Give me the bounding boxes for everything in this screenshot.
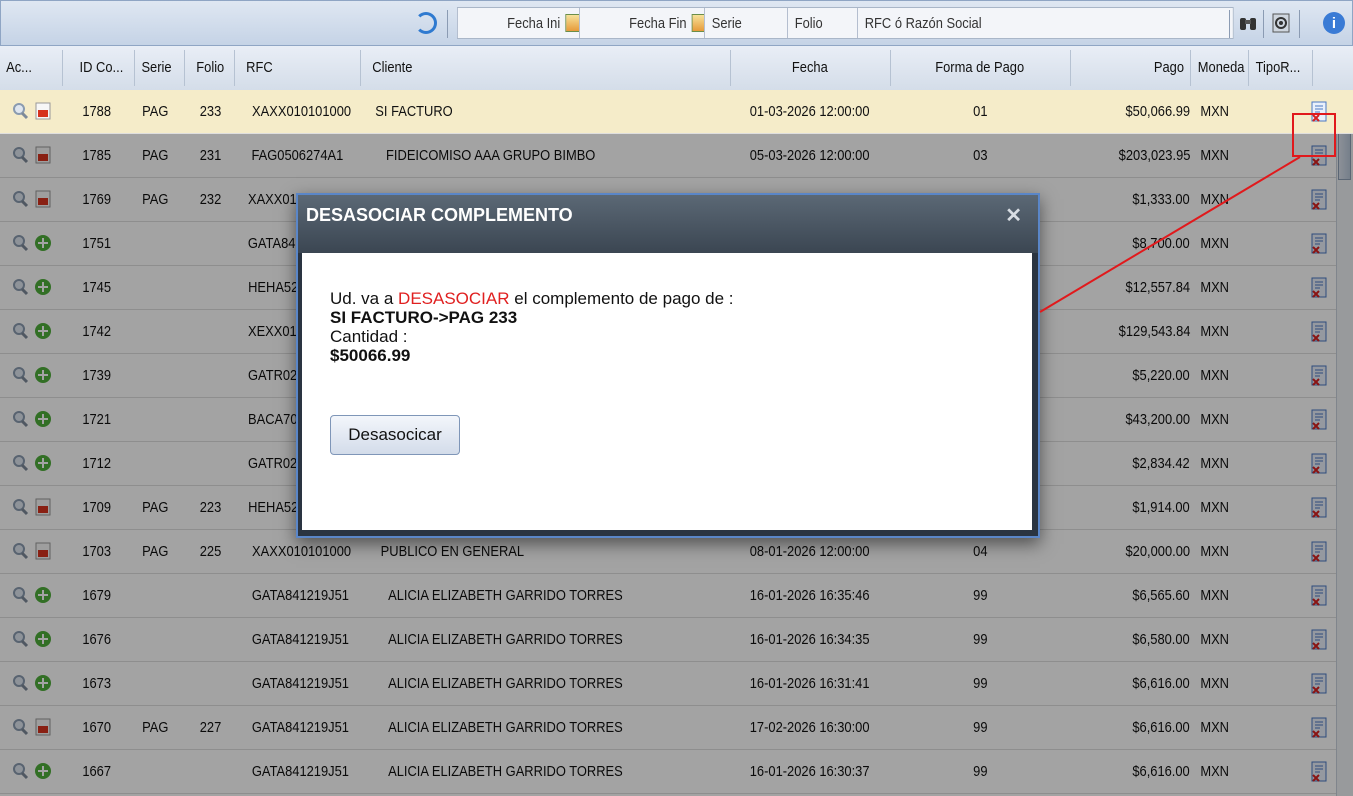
col-rfc[interactable]: RFC (244, 46, 275, 90)
col-forma-pago[interactable]: Forma de Pago (890, 46, 1070, 90)
message-action-word: DESASOCIAR (398, 289, 510, 308)
magnifier-icon[interactable] (11, 102, 29, 120)
col-tipo[interactable]: TipoR... (1252, 46, 1304, 90)
highlight-box (1292, 113, 1336, 157)
col-serie[interactable]: Serie (139, 46, 174, 90)
forma-pago-cell: 01 (972, 103, 988, 120)
message-target: SI FACTURO->PAG 233 (330, 308, 518, 327)
gear-icon (1272, 13, 1290, 33)
cliente-cell: SI FACTURO (375, 103, 453, 120)
refresh-icon (415, 12, 437, 34)
folio-placeholder: Folio (794, 14, 823, 32)
dialog-body: Ud. va a DESASOCIAR el complemento de pa… (302, 253, 1032, 530)
fecha-ini-label: Fecha Ini (507, 14, 561, 32)
serie-cell: PAG (142, 103, 169, 120)
message-text: el complemento de pago de : (509, 289, 734, 308)
col-id[interactable]: ID Co... (76, 46, 127, 90)
col-folio[interactable]: Folio (194, 46, 227, 90)
toolbar-separator (447, 10, 448, 38)
message-text: Ud. va a (330, 289, 399, 308)
desasociar-dialog: DESASOCIAR COMPLEMENTO ✕ Ud. va a DESASO… (296, 193, 1040, 538)
id-cell: 1788 (82, 103, 112, 120)
close-icon[interactable]: ✕ (1005, 203, 1022, 228)
fecha-fin-label: Fecha Fin (629, 14, 687, 32)
binoculars-icon (1240, 18, 1256, 30)
desasociar-button[interactable]: Desasocicar (330, 415, 460, 455)
col-cliente[interactable]: Cliente (369, 46, 416, 90)
settings-button[interactable] (1271, 8, 1291, 38)
rfc-cell: XAXX010101000 (252, 103, 352, 120)
grid-header: Ac... ID Co... Serie Folio RFC Cliente F… (0, 46, 1353, 91)
fecha-cell: 01-03-2026 12:00:00 (750, 103, 870, 120)
toolbar-separator (1229, 10, 1230, 38)
message-amount: $50066.99 (330, 346, 411, 365)
moneda-cell: MXN (1200, 103, 1230, 120)
rfc-placeholder: RFC ó Razón Social (864, 14, 982, 32)
table-row[interactable]: 1788 PAG 233 XAXX010101000 SI FACTURO 01-03-2… (0, 90, 1353, 134)
pago-cell: $50,066.99 (1125, 103, 1190, 120)
col-moneda[interactable]: Moneda (1194, 46, 1248, 90)
pdf-icon[interactable] (34, 102, 52, 120)
col-acciones[interactable]: Ac... (4, 46, 34, 90)
dialog-titlebar[interactable]: DESASOCIAR COMPLEMENTO ✕ (298, 195, 1038, 253)
info-button[interactable]: i (1323, 8, 1345, 38)
col-fecha[interactable]: Fecha (730, 46, 890, 90)
folio-cell: 233 (199, 103, 222, 120)
dialog-message: Ud. va a DESASOCIAR el complemento de pa… (330, 289, 734, 365)
serie-placeholder: Serie (711, 14, 742, 32)
toolbar-separator (1299, 10, 1300, 38)
dialog-title: DESASOCIAR COMPLEMENTO (306, 205, 573, 225)
toolbar-separator (1263, 10, 1264, 38)
message-amount-label: Cantidad : (330, 327, 408, 346)
search-button[interactable] (1238, 8, 1258, 38)
refresh-button[interactable] (415, 8, 437, 38)
info-icon: i (1323, 12, 1345, 34)
col-pago[interactable]: Pago (1080, 46, 1184, 90)
toolbar: Fecha Ini Fecha Fin Serie Folio RFC ó Ra… (0, 0, 1353, 46)
